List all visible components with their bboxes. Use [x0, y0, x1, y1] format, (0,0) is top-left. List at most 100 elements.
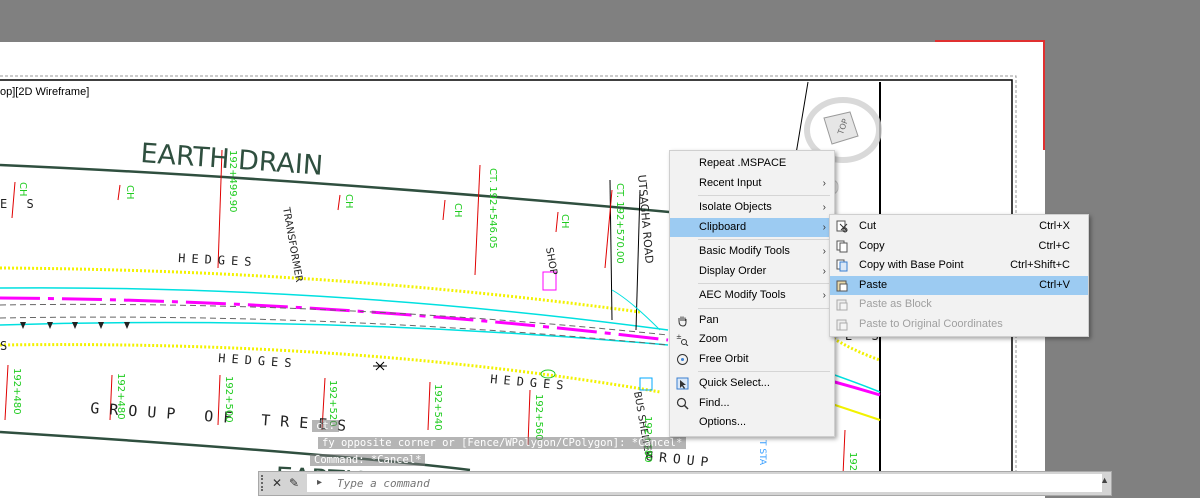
find-icon: [676, 397, 689, 410]
menu-item-paste-original-coordinates[interactable]: Paste to Original Coordinates: [830, 315, 1088, 335]
label-shop: SHOP: [543, 247, 559, 276]
ch-tick: [427, 381, 431, 431]
menu-item-label: Basic Modify Tools: [699, 245, 790, 257]
dashed-line-2: [0, 316, 669, 346]
menu-item-pan[interactable]: Pan: [670, 311, 834, 331]
ch-tick: [474, 164, 481, 276]
clipboard-submenu: Cut Ctrl+X Copy Ctrl+C Copy with Base Poin…: [829, 214, 1089, 337]
menu-item-shortcut: Ctrl+X: [1039, 220, 1070, 232]
command-history-line: Command: *Cancel*: [310, 454, 426, 466]
command-history-line: fy opposite corner or [Fence/WPolygon/CP…: [318, 437, 687, 449]
grip-handle[interactable]: [261, 475, 269, 491]
orbit-icon: [677, 353, 688, 365]
menu-item-label: Repeat .MSPACE: [699, 157, 787, 169]
menu-item-paste[interactable]: Paste Ctrl+V: [830, 275, 1088, 295]
menu-item-aec-modify-tools[interactable]: AEC Modify Tools ›: [670, 286, 834, 306]
menu-item-label: Cut: [859, 220, 877, 232]
label-hedges-2: HEDGES: [218, 351, 298, 371]
label-s-left: S: [0, 339, 7, 353]
chainage-label: CT. 192+546.05: [487, 168, 498, 249]
zoom-icon: ±: [676, 333, 689, 346]
ch-tick: [4, 364, 9, 421]
command-prompt-icon: ▸: [317, 477, 323, 488]
chainage-label: CH: [452, 203, 463, 218]
ch-tick: [842, 429, 846, 476]
pan-hand-icon: [678, 316, 687, 327]
chainage-label: 192+560: [533, 394, 544, 441]
ch-tick: [555, 211, 559, 233]
menu-item-cut[interactable]: Cut Ctrl+X: [830, 217, 1088, 237]
chainage-label: 192+480: [11, 368, 22, 415]
chainage-label: 192: [847, 452, 858, 471]
menu-item-recent-input[interactable]: Recent Input ›: [670, 174, 834, 194]
ch-tick: [337, 194, 341, 211]
label-hedges-3: HEDGES: [490, 372, 570, 393]
menu-item-label: Recent Input: [699, 176, 762, 189]
menu-separator: [698, 283, 830, 284]
copy-base-icon: [836, 259, 848, 272]
menu-item-label: Clipboard: [699, 220, 747, 233]
chainage-label: CH: [559, 214, 570, 229]
menu-item-label: Copy with Base Point: [859, 259, 964, 271]
menu-item-basic-modify-tools[interactable]: Basic Modify Tools ›: [670, 242, 834, 262]
chevron-right-icon: ›: [822, 221, 826, 233]
chevron-up-icon[interactable]: ▲: [1100, 475, 1109, 485]
chainage-label: 192+499.90: [227, 150, 238, 212]
command-input[interactable]: [307, 474, 1102, 492]
menu-item-repeat-mspace[interactable]: Repeat .MSPACE: [670, 154, 834, 174]
label-trees-left: E S: [0, 197, 40, 211]
close-icon[interactable]: ✕: [269, 474, 285, 492]
menu-item-label: AEC Modify Tools: [699, 289, 786, 301]
menu-item-isolate-objects[interactable]: Isolate Objects ›: [670, 198, 834, 218]
label-transformer: TRANSFORMER: [280, 206, 304, 284]
chainage-label: CT. 192+570.00: [614, 183, 625, 264]
menu-item-free-orbit[interactable]: Free Orbit: [670, 350, 834, 370]
chainage-label: 192+480: [115, 373, 126, 420]
menu-item-shortcut: Ctrl+Shift+C: [1010, 259, 1070, 271]
menu-separator: [698, 307, 830, 309]
menu-item-shortcut: Ctrl+V: [1039, 278, 1070, 291]
menu-item-find[interactable]: Find...: [670, 394, 834, 414]
chevron-right-icon: ›: [822, 290, 826, 301]
paste-block-icon: [836, 299, 848, 311]
menu-item-label: Quick Select...: [699, 377, 770, 389]
menu-item-label: Isolate Objects: [699, 201, 772, 213]
menu-item-label: Free Orbit: [699, 352, 749, 365]
cut-icon: [836, 220, 848, 233]
copy-icon: [836, 240, 848, 252]
road-boundary-top: [0, 163, 681, 215]
menu-item-display-order[interactable]: Display Order ›: [670, 262, 834, 282]
wrench-icon[interactable]: ✎: [286, 474, 302, 492]
chainage-label: CH: [124, 185, 135, 200]
menu-item-label: Pan: [699, 313, 719, 326]
chainage-label: CH: [343, 194, 354, 209]
menu-item-shortcut: Ctrl+C: [1038, 239, 1070, 252]
menu-item-copy[interactable]: Copy Ctrl+C: [830, 237, 1088, 257]
quick-select-icon: [676, 377, 689, 390]
menu-item-options[interactable]: Options...: [670, 413, 834, 433]
menu-item-label: Display Order: [699, 264, 767, 277]
chevron-right-icon: ›: [822, 246, 826, 257]
menu-separator: [698, 371, 830, 372]
menu-item-quick-select[interactable]: Quick Select...: [670, 374, 834, 394]
chevron-right-icon: ›: [822, 265, 826, 277]
menu-item-zoom[interactable]: ± Zoom: [670, 330, 834, 350]
menu-item-label: Paste as Block: [859, 298, 932, 310]
paste-orig-icon: [836, 319, 848, 330]
menu-item-label: Find...: [699, 396, 730, 409]
chainage-label: 192+540: [432, 384, 443, 431]
menu-separator: [698, 239, 830, 240]
menu-item-label: Paste: [859, 278, 888, 291]
menu-item-clipboard[interactable]: Clipboard ›: [670, 217, 834, 237]
viewport-label[interactable]: op][2D Wireframe]: [0, 86, 89, 98]
chainage-label: CH: [17, 182, 28, 197]
menu-item-copy-base-point[interactable]: Copy with Base Point Ctrl+Shift+C: [830, 256, 1088, 276]
svg-text:±: ±: [676, 333, 682, 341]
chainage-label: 192+500: [223, 376, 234, 423]
command-history-line: ct:: [312, 420, 339, 432]
bolt-symbol: [373, 361, 387, 371]
station-label: T STA: [757, 439, 767, 466]
menu-item-paste-as-block[interactable]: Paste as Block: [830, 295, 1088, 315]
ch-tick: [117, 184, 121, 201]
chevron-right-icon: ›: [822, 177, 826, 189]
